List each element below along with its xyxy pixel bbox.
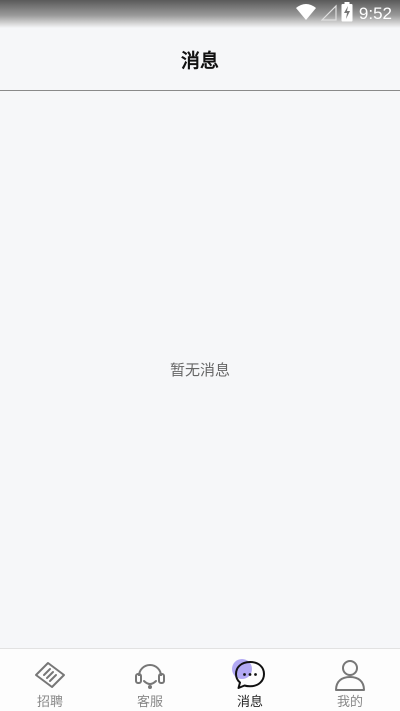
- empty-state-text: 暂无消息: [169, 361, 230, 379]
- status-bar: 9:52: [0, 0, 400, 28]
- battery-charging-icon: [341, 2, 353, 26]
- status-time: 9:52: [358, 4, 392, 23]
- status-icons: 9:52: [295, 2, 392, 26]
- message-list-area: 暂无消息: [0, 91, 400, 648]
- chat-bubble-icon: [232, 657, 268, 693]
- handshake-icon: [32, 657, 68, 693]
- tab-label: 招聘: [36, 695, 63, 710]
- headset-icon: [132, 657, 168, 693]
- person-icon: [332, 657, 368, 693]
- tab-label: 客服: [136, 695, 163, 710]
- tab-label: 我的: [336, 695, 363, 710]
- bottom-tab-bar: 招聘 客服 消息 我的: [0, 648, 400, 711]
- signal-icon: [320, 3, 337, 25]
- page-header: 消息: [0, 28, 400, 91]
- wifi-icon: [295, 3, 317, 25]
- tab-recruit[interactable]: 招聘: [0, 649, 100, 711]
- tab-mine[interactable]: 我的: [300, 649, 400, 711]
- page-title: 消息: [180, 49, 219, 72]
- tab-customer-service[interactable]: 客服: [100, 649, 200, 711]
- tab-messages[interactable]: 消息: [200, 649, 300, 711]
- tab-label: 消息: [236, 695, 263, 710]
